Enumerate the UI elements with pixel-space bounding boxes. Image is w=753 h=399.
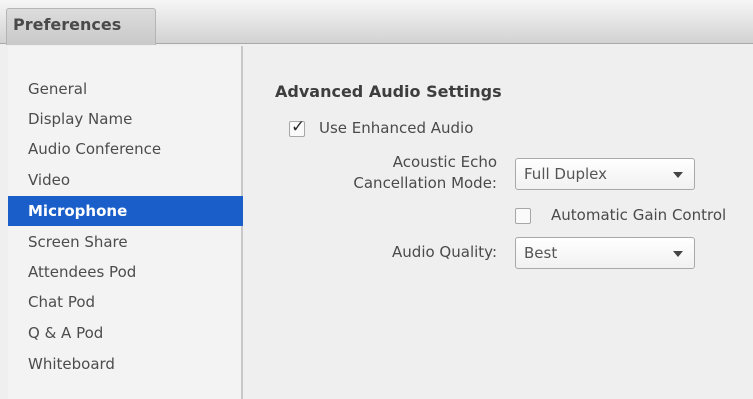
sidebar-item-attendees-pod[interactable]: Attendees Pod — [8, 257, 243, 287]
sidebar-item-screen-share[interactable]: Screen Share — [8, 227, 243, 257]
sidebar-item-general[interactable]: General — [8, 74, 243, 104]
sidebar-item-chat-pod[interactable]: Chat Pod — [8, 287, 243, 317]
checkmark-icon: ✓ — [291, 117, 306, 137]
chevron-down-icon — [673, 172, 683, 178]
enhanced-audio-checkbox[interactable]: ✓ — [289, 117, 305, 137]
echo-cancellation-dropdown[interactable]: Full Duplex — [515, 158, 695, 190]
echo-cancellation-value: Full Duplex — [524, 165, 608, 183]
preferences-sidebar: General Display Name Audio Conference Vi… — [8, 46, 243, 399]
sidebar-item-whiteboard[interactable]: Whiteboard — [8, 349, 243, 379]
echo-cancellation-label-line2: Cancellation Mode: — [353, 174, 497, 192]
echo-cancellation-label-line1: Acoustic Echo — [392, 153, 497, 171]
gain-control-label: Automatic Gain Control — [551, 206, 727, 224]
echo-cancellation-label: Acoustic Echo Cancellation Mode: — [305, 153, 497, 192]
chevron-down-icon — [673, 251, 683, 257]
sidebar-item-video[interactable]: Video — [8, 165, 243, 195]
sidebar-item-display-name[interactable]: Display Name — [8, 104, 243, 134]
audio-quality-dropdown[interactable]: Best — [515, 237, 695, 269]
section-title: Advanced Audio Settings — [275, 82, 502, 101]
preferences-window: Preferences General Display Name Audio C… — [0, 0, 753, 399]
window-title: Preferences — [13, 15, 122, 34]
sidebar-item-microphone[interactable]: Microphone — [8, 196, 243, 226]
title-bar: Preferences — [0, 0, 753, 45]
gain-control-checkbox[interactable] — [515, 208, 531, 224]
sidebar-item-audio-conference[interactable]: Audio Conference — [8, 134, 243, 164]
enhanced-audio-label: Use Enhanced Audio — [319, 119, 474, 137]
sidebar-item-qa-pod[interactable]: Q & A Pod — [8, 318, 243, 348]
audio-quality-label: Audio Quality: — [392, 243, 497, 261]
settings-panel: Advanced Audio Settings ✓ Use Enhanced A… — [245, 46, 753, 399]
audio-quality-value: Best — [524, 244, 558, 262]
